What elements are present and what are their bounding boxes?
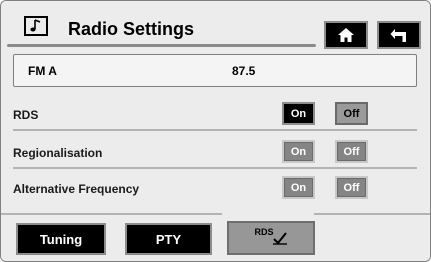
rds-off-button[interactable]: Off: [335, 102, 368, 125]
regionalisation-off-button[interactable]: Off: [335, 140, 368, 163]
home-button[interactable]: [324, 21, 368, 49]
setting-row-alternative-frequency: Alternative Frequency On Off: [13, 171, 417, 205]
regionalisation-on-button[interactable]: On: [282, 140, 315, 163]
tab-pty[interactable]: PTY: [125, 223, 212, 255]
radio-settings-window: Radio Settings FM A 87.5 RDS On Off Regi…: [0, 0, 431, 262]
setting-label: RDS: [13, 108, 39, 122]
setting-label: Regionalisation: [13, 146, 103, 160]
frequency-display: FM A 87.5: [13, 54, 417, 87]
music-note-icon: [24, 16, 48, 36]
home-icon: [338, 28, 354, 42]
rds-on-button[interactable]: On: [282, 102, 315, 125]
alternative-frequency-on-button[interactable]: On: [282, 176, 315, 199]
title-underline: [7, 44, 316, 47]
tab-tuning[interactable]: Tuning: [16, 223, 106, 255]
setting-row-rds: RDS On Off: [13, 97, 417, 131]
tab-divider: [1, 213, 222, 215]
setting-label: Alternative Frequency: [13, 182, 140, 196]
band-label: FM A: [28, 64, 57, 78]
alternative-frequency-off-button[interactable]: Off: [335, 176, 368, 199]
header: Radio Settings: [1, 1, 430, 49]
setting-row-regionalisation: Regionalisation On Off: [13, 135, 417, 169]
back-arrow-icon: [390, 29, 406, 42]
tab-rds[interactable]: RDS: [227, 221, 315, 255]
tab-rds-label: RDS: [254, 227, 274, 237]
back-button[interactable]: [377, 21, 421, 49]
tab-divider: [314, 213, 430, 215]
page-title: Radio Settings: [68, 19, 195, 39]
checkbox-check-icon: [272, 232, 287, 245]
frequency-value: 87.5: [232, 64, 256, 78]
